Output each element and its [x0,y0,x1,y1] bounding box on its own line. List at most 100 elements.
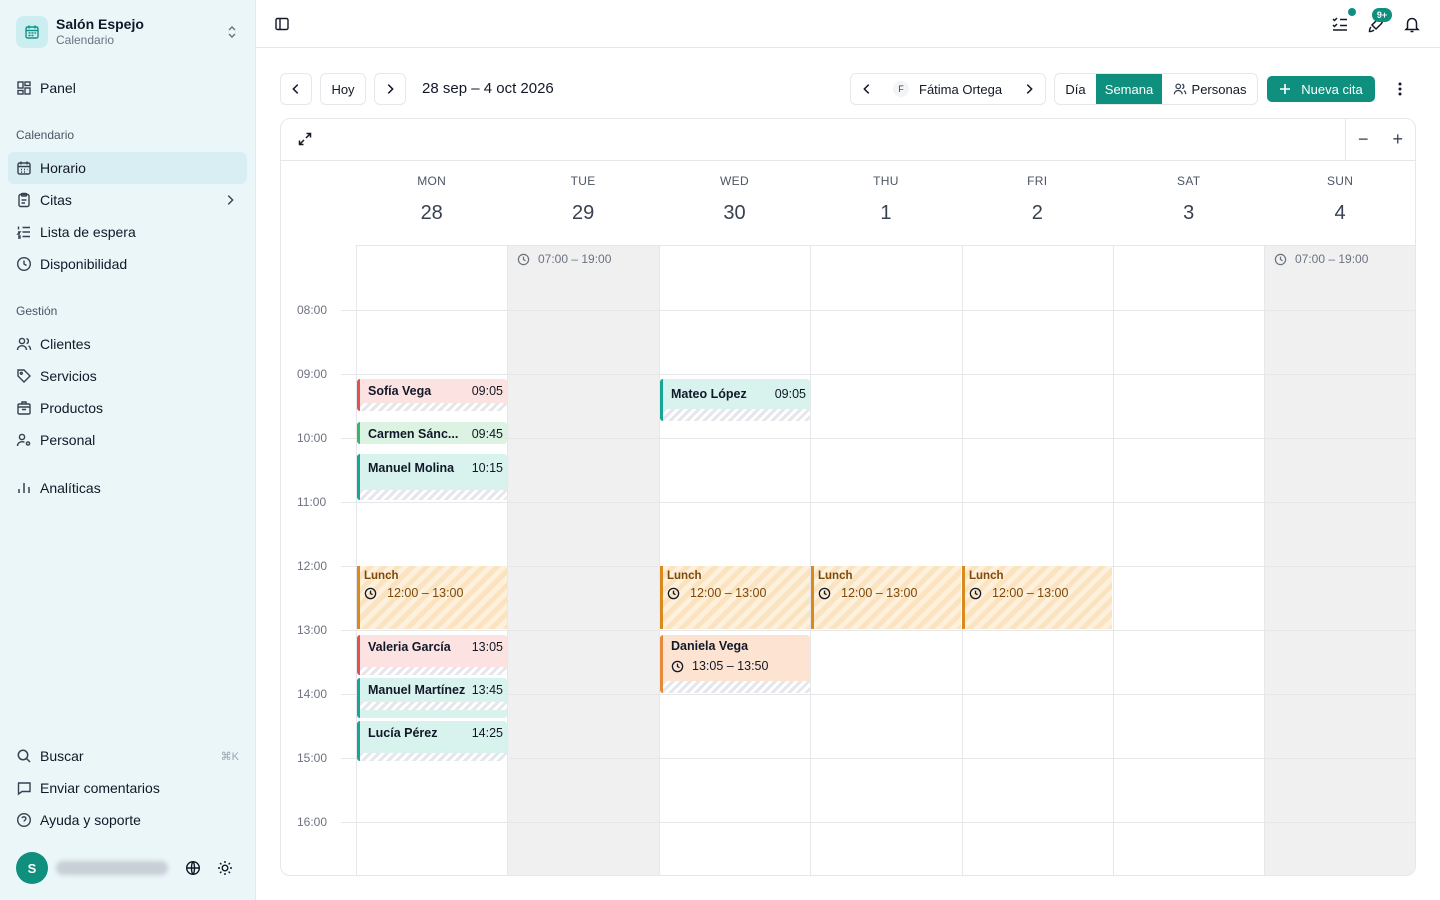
lunch-label: Lunch [364,570,399,582]
appointment-manuel-molina[interactable]: Manuel Molina 10:15 [357,454,507,500]
hour-line [341,374,1415,375]
time-label: 09:00 [297,367,328,381]
chevron-right-icon [387,84,394,94]
today-button[interactable]: Hoy [320,73,366,105]
appointment-time: 09:45 [471,427,503,441]
day-header-wed[interactable]: WED 30 [659,161,810,246]
sidebar-item-analiticas[interactable]: Analíticas [8,472,247,504]
sidebar-toggle-icon[interactable] [272,14,292,34]
calendar-icon [16,16,48,48]
globe-icon[interactable] [184,859,202,877]
day-column-sun[interactable] [1264,246,1415,875]
day-name: SUN [1326,174,1354,188]
appointment-sofia-vega[interactable]: Sofía Vega 09:05 [357,379,507,411]
user-menu[interactable]: S [16,852,246,884]
topbar: 9+ [256,0,1440,48]
appointment-client: Sofía Vega [368,384,432,398]
layout-grid-icon [16,80,32,96]
hour-line [341,630,1415,631]
day-header-thu[interactable]: THU 1 [810,161,961,246]
sidebar-item-buscar[interactable]: Buscar ⌘K [8,740,247,772]
appointment-manuel-martinez[interactable]: Manuel Martínez 13:45 [357,678,507,718]
chevron-left-icon [292,84,299,94]
appointment-valeria-garcia[interactable]: Valeria García 13:05 [357,635,507,675]
view-switcher: Día Semana Personas [1054,73,1258,105]
view-week-button[interactable]: Semana [1096,74,1162,104]
sidebar-item-servicios[interactable]: Servicios [8,360,247,392]
zoom-in-button[interactable]: + [1392,129,1403,150]
day-column-wed[interactable] [658,246,810,875]
day-column-tue[interactable] [507,246,659,875]
staff-selector: F Fátima Ortega [850,73,1046,105]
sidebar-item-panel[interactable]: Panel [8,72,247,104]
clipboard-icon [16,192,32,208]
lunch-block-mon[interactable]: Lunch 12:00 – 13:00 [357,566,507,629]
chevrons-up-down-icon [224,24,240,40]
user-cog-icon [16,432,32,448]
sidebar-item-clientes[interactable]: Clientes [8,328,247,360]
day-column-fri[interactable] [961,246,1113,875]
day-column-sat[interactable] [1113,246,1264,875]
appointment-lucia-perez[interactable]: Lucía Pérez 14:25 [357,721,507,761]
view-people-button[interactable]: Personas [1162,74,1257,104]
sidebar-item-label: Servicios [40,368,97,384]
avatar[interactable]: S [16,852,48,884]
expand-icon[interactable] [297,131,313,147]
prev-staff-button[interactable] [851,74,883,104]
staff-name[interactable]: Fátima Ortega [919,82,1013,97]
clock-icon [16,256,32,272]
sidebar-item-horario[interactable]: Horario [8,152,247,184]
lunch-label: Lunch [818,570,853,582]
next-week-button[interactable] [374,73,406,105]
sidebar-item-disponibilidad[interactable]: Disponibilidad [8,248,247,280]
zoom-out-button[interactable]: − [1358,129,1369,150]
day-date: 3 [1183,202,1195,224]
day-header-sun[interactable]: SUN 4 [1264,161,1415,246]
sidebar-item-label: Productos [40,400,104,416]
calendar-week-view: − + MON 28 TUE 29 WED 30 THU 1 FRI 2 SAT 3 SUN… [280,118,1416,876]
tag-icon [16,368,32,384]
day-column-thu[interactable] [810,246,961,875]
new-appointment-label: Nueva cita [1301,81,1363,97]
main-content: 9+ Hoy 28 sep – 4 oct 2026 F Fátima Orte… [256,0,1440,900]
sidebar-item-label: Analíticas [40,480,101,496]
new-appointment-button[interactable]: Nueva cita [1267,76,1375,102]
view-day-button[interactable]: Día [1055,74,1096,104]
sidebar-item-citas[interactable]: Citas [8,184,247,216]
appointment-mateo-lopez[interactable]: Mateo López 09:05 [660,379,810,421]
sidebar-item-ayuda[interactable]: Ayuda y soporte [8,804,247,836]
sidebar-item-productos[interactable]: Productos [8,392,247,424]
calendar-header: − + [281,119,1415,161]
time-label: 11:00 [297,495,327,509]
prev-week-button[interactable] [280,73,312,105]
sidebar-item-label: Buscar [40,748,84,764]
availability-text: 07:00 – 19:00 [538,252,612,266]
sidebar-item-comentarios[interactable]: Enviar comentarios [8,772,247,804]
time-label: 14:00 [297,687,328,701]
sun-icon[interactable] [216,859,234,877]
plus-icon [1280,84,1291,94]
availability-sun: 07:00 – 19:00 [1274,252,1368,266]
day-header-sat[interactable]: SAT 3 [1113,161,1264,246]
clock-icon [671,660,684,672]
lunch-block-wed[interactable]: Lunch 12:00 – 13:00 [660,566,810,629]
tasks-icon[interactable] [1330,14,1350,34]
appointment-client: Mateo López [671,387,747,401]
time-grid: 08:00 09:00 10:00 11:00 12:00 13:00 14:0… [281,246,1415,875]
sidebar: Salón Espejo Calendario Panel Calendario… [0,0,256,900]
appointment-carmen[interactable]: Carmen Sánc... 09:45 [357,422,507,444]
sidebar-item-personal[interactable]: Personal [8,424,247,456]
day-header-tue[interactable]: TUE 29 [507,161,658,246]
workspace-switcher[interactable]: Salón Espejo Calendario [16,14,240,50]
next-staff-button[interactable] [1013,74,1045,104]
bell-icon[interactable] [1402,14,1422,34]
appointment-daniela-vega[interactable]: Daniela Vega 13:05 – 13:50 [660,635,810,693]
day-column-mon[interactable] [356,246,507,875]
day-date: 29 [571,202,595,224]
more-vertical-icon[interactable] [1390,79,1410,99]
sidebar-item-lista-espera[interactable]: Lista de espera [8,216,247,248]
lunch-block-fri[interactable]: Lunch 12:00 – 13:00 [962,566,1112,629]
lunch-block-thu[interactable]: Lunch 12:00 – 13:00 [811,566,961,629]
day-header-fri[interactable]: FRI 2 [962,161,1113,246]
day-header-mon[interactable]: MON 28 [356,161,507,246]
